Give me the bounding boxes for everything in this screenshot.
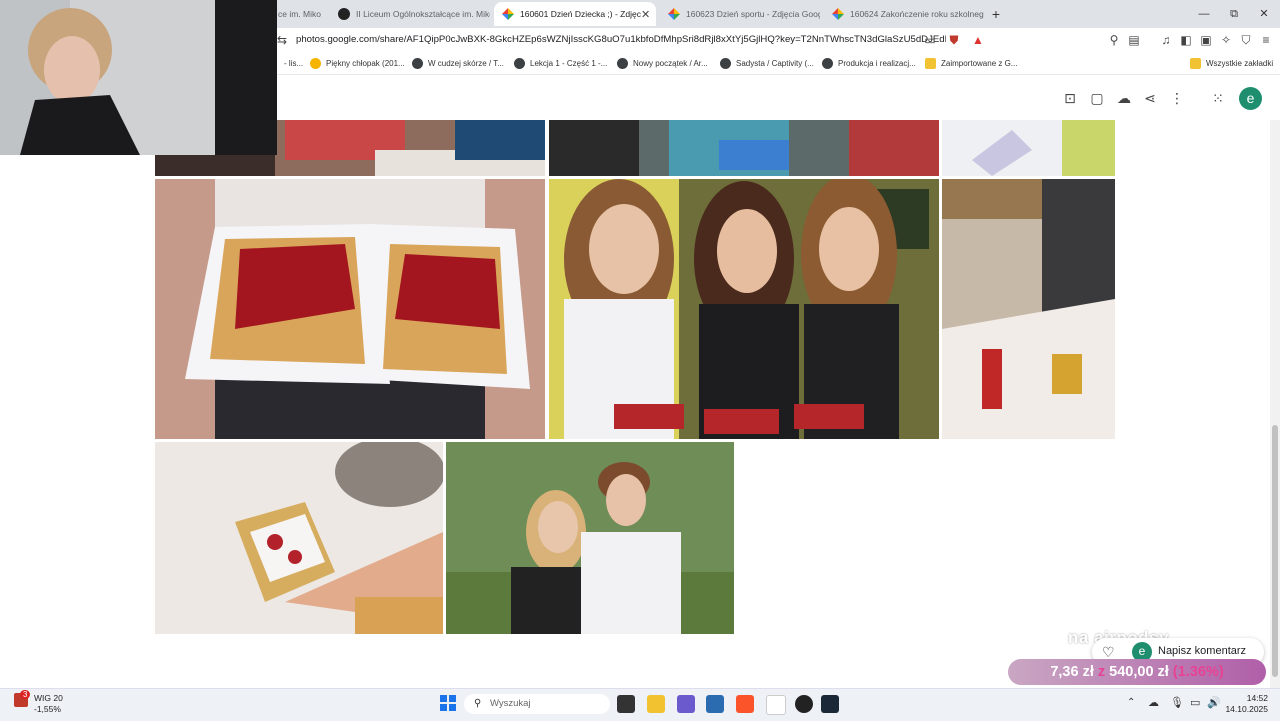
photo-image [549, 179, 939, 439]
new-tab-button[interactable]: + [988, 6, 1004, 22]
donation-progress: 7,36 zł z 540,00 zł (1.36%) [1008, 659, 1266, 685]
notes-icon[interactable] [766, 695, 786, 715]
photo-tile[interactable] [942, 179, 1115, 439]
price-separator: z [1097, 664, 1106, 680]
folder-icon [925, 57, 936, 69]
comment-input[interactable]: Napisz komentarz [1158, 645, 1246, 657]
apps-icon[interactable]: ⁙ [1209, 89, 1227, 107]
more-vert-icon[interactable]: ⋮ [1168, 89, 1186, 107]
photo-tile[interactable] [549, 120, 939, 176]
account-avatar[interactable]: e [1239, 87, 1262, 110]
steam-icon[interactable] [821, 695, 839, 713]
tab-2[interactable]: II Liceum Ogólnokształcące im. Miko [330, 2, 490, 26]
globe-icon [412, 57, 423, 69]
volume-icon[interactable]: 🔊 [1207, 696, 1221, 709]
bookmark-item[interactable]: Produkcja i realizacj... [822, 55, 916, 71]
tab-label: ce im. Miko [278, 9, 321, 19]
taskbar [0, 688, 1280, 721]
globe-icon [514, 57, 525, 69]
tab-4[interactable]: 160623 Dzień sportu - Zdjęcia Goog [660, 2, 820, 26]
webcam-image [0, 0, 277, 155]
tab-5[interactable]: 160624 Zakończenie roku szkolnego [824, 2, 984, 26]
cloud-download-icon[interactable]: ☁ [1115, 89, 1133, 107]
windows-start-icon[interactable] [440, 695, 456, 711]
cast-icon[interactable]: ▭ [922, 32, 938, 48]
app-icon[interactable] [795, 695, 813, 713]
price-target: 540,00 zł [1109, 664, 1169, 680]
photo-tile[interactable] [942, 120, 1115, 176]
bookmark-item[interactable]: Nowy początek / Ar... [617, 55, 708, 71]
webcam-overlay [0, 0, 277, 155]
extensions-icon[interactable]: ⚲ [1106, 32, 1122, 48]
address-bar[interactable]: photos.google.com/share/AF1QipP0cJwBXK-8… [296, 30, 946, 50]
wallet-icon[interactable]: ▣ [1198, 32, 1214, 48]
tab-3-active[interactable]: 160601 Dzień Dziecka ;) - Zdjęc ✕ [494, 2, 656, 26]
store-icon[interactable] [706, 695, 724, 713]
copilot-icon[interactable] [677, 695, 695, 713]
google-photos-icon [502, 8, 514, 20]
bookmark-item[interactable]: - lis... [284, 55, 303, 71]
network-icon[interactable]: ▭ [1190, 696, 1200, 709]
tab-1[interactable]: ce im. Miko [278, 2, 326, 26]
photo-image [155, 179, 545, 439]
folder-icon [1190, 57, 1201, 69]
stock-change: -1,55% [34, 704, 61, 714]
tab-label: II Liceum Ogólnokształcące im. Miko [356, 9, 490, 19]
close-icon[interactable]: ✕ [641, 8, 650, 21]
taskbar-search[interactable]: ⚲ Wyszukaj [464, 694, 610, 714]
bookmark-item[interactable]: Sadysta / Captivity (... [720, 55, 814, 71]
task-view-icon[interactable] [617, 695, 635, 713]
clock-date[interactable]: 14.10.2025 [1224, 704, 1268, 714]
clock-time[interactable]: 14:52 [1242, 693, 1268, 703]
share-icon[interactable]: ⋖ [1141, 89, 1159, 107]
bookmark-folder[interactable]: Zaimportowane z G... [925, 55, 1017, 71]
restore-button[interactable]: ⧉ [1226, 6, 1242, 22]
all-bookmarks[interactable]: Wszystkie zakładki [1190, 55, 1273, 71]
photo-image [549, 120, 939, 176]
brave-shield-icon[interactable]: ⛊ [946, 32, 962, 48]
close-window-button[interactable]: ✕ [1256, 6, 1272, 22]
onedrive-icon[interactable]: ☁ [1148, 696, 1159, 709]
google-photos-icon [832, 8, 844, 20]
vpn-icon[interactable]: ⛉ [1238, 32, 1254, 48]
minimize-button[interactable]: — [1196, 6, 1212, 22]
search-icon: ⚲ [474, 698, 482, 709]
github-icon [338, 8, 350, 20]
stock-name: WIG 20 [34, 693, 63, 703]
sidebar-icon[interactable]: ◧ [1178, 32, 1194, 48]
reader-icon[interactable]: ▤ [1126, 32, 1142, 48]
photo-image [446, 442, 734, 634]
globe-icon [822, 57, 833, 69]
tab-label: 160623 Dzień sportu - Zdjęcia Goog [686, 9, 820, 19]
tab-label: 160601 Dzień Dziecka ;) - Zdjęc [520, 9, 641, 19]
microphone-icon[interactable]: 🎙 [1170, 696, 1184, 709]
bookmark-item[interactable]: Lekcja 1 - Część 1 -... [514, 55, 607, 71]
rewards-icon[interactable]: ▲ [970, 32, 986, 48]
comment-icon[interactable]: ▢ [1088, 89, 1106, 107]
photo-tile[interactable] [155, 179, 545, 439]
chevron-up-icon[interactable]: ⌃ [1127, 697, 1135, 708]
price-current: 7,36 zł [1050, 664, 1094, 680]
price-percent: (1.36%) [1172, 664, 1224, 680]
photo-tile[interactable] [446, 442, 734, 634]
bookmark-item[interactable]: W cudzej skórze / T... [412, 55, 504, 71]
brave-icon[interactable] [736, 695, 754, 713]
globe-icon [617, 57, 628, 69]
photo-image [942, 120, 1115, 176]
scrollbar-thumb[interactable] [1272, 425, 1278, 677]
globe-icon [720, 57, 731, 69]
leo-icon[interactable]: ✧ [1218, 32, 1234, 48]
photo-tile[interactable] [549, 179, 939, 439]
photo-image [155, 442, 443, 634]
smile-icon [310, 57, 321, 69]
bookmark-item[interactable]: Piękny chłopak (201... [310, 55, 405, 71]
photo-tile[interactable] [155, 442, 443, 634]
media-icon[interactable]: ♫ [1158, 32, 1174, 48]
photo-image [942, 179, 1115, 439]
google-photos-icon [668, 8, 680, 20]
bag-icon[interactable]: ⊡ [1061, 89, 1079, 107]
file-explorer-icon[interactable] [647, 695, 665, 713]
tab-label: 160624 Zakończenie roku szkolnego [850, 9, 984, 19]
menu-icon[interactable]: ≡ [1258, 32, 1274, 48]
